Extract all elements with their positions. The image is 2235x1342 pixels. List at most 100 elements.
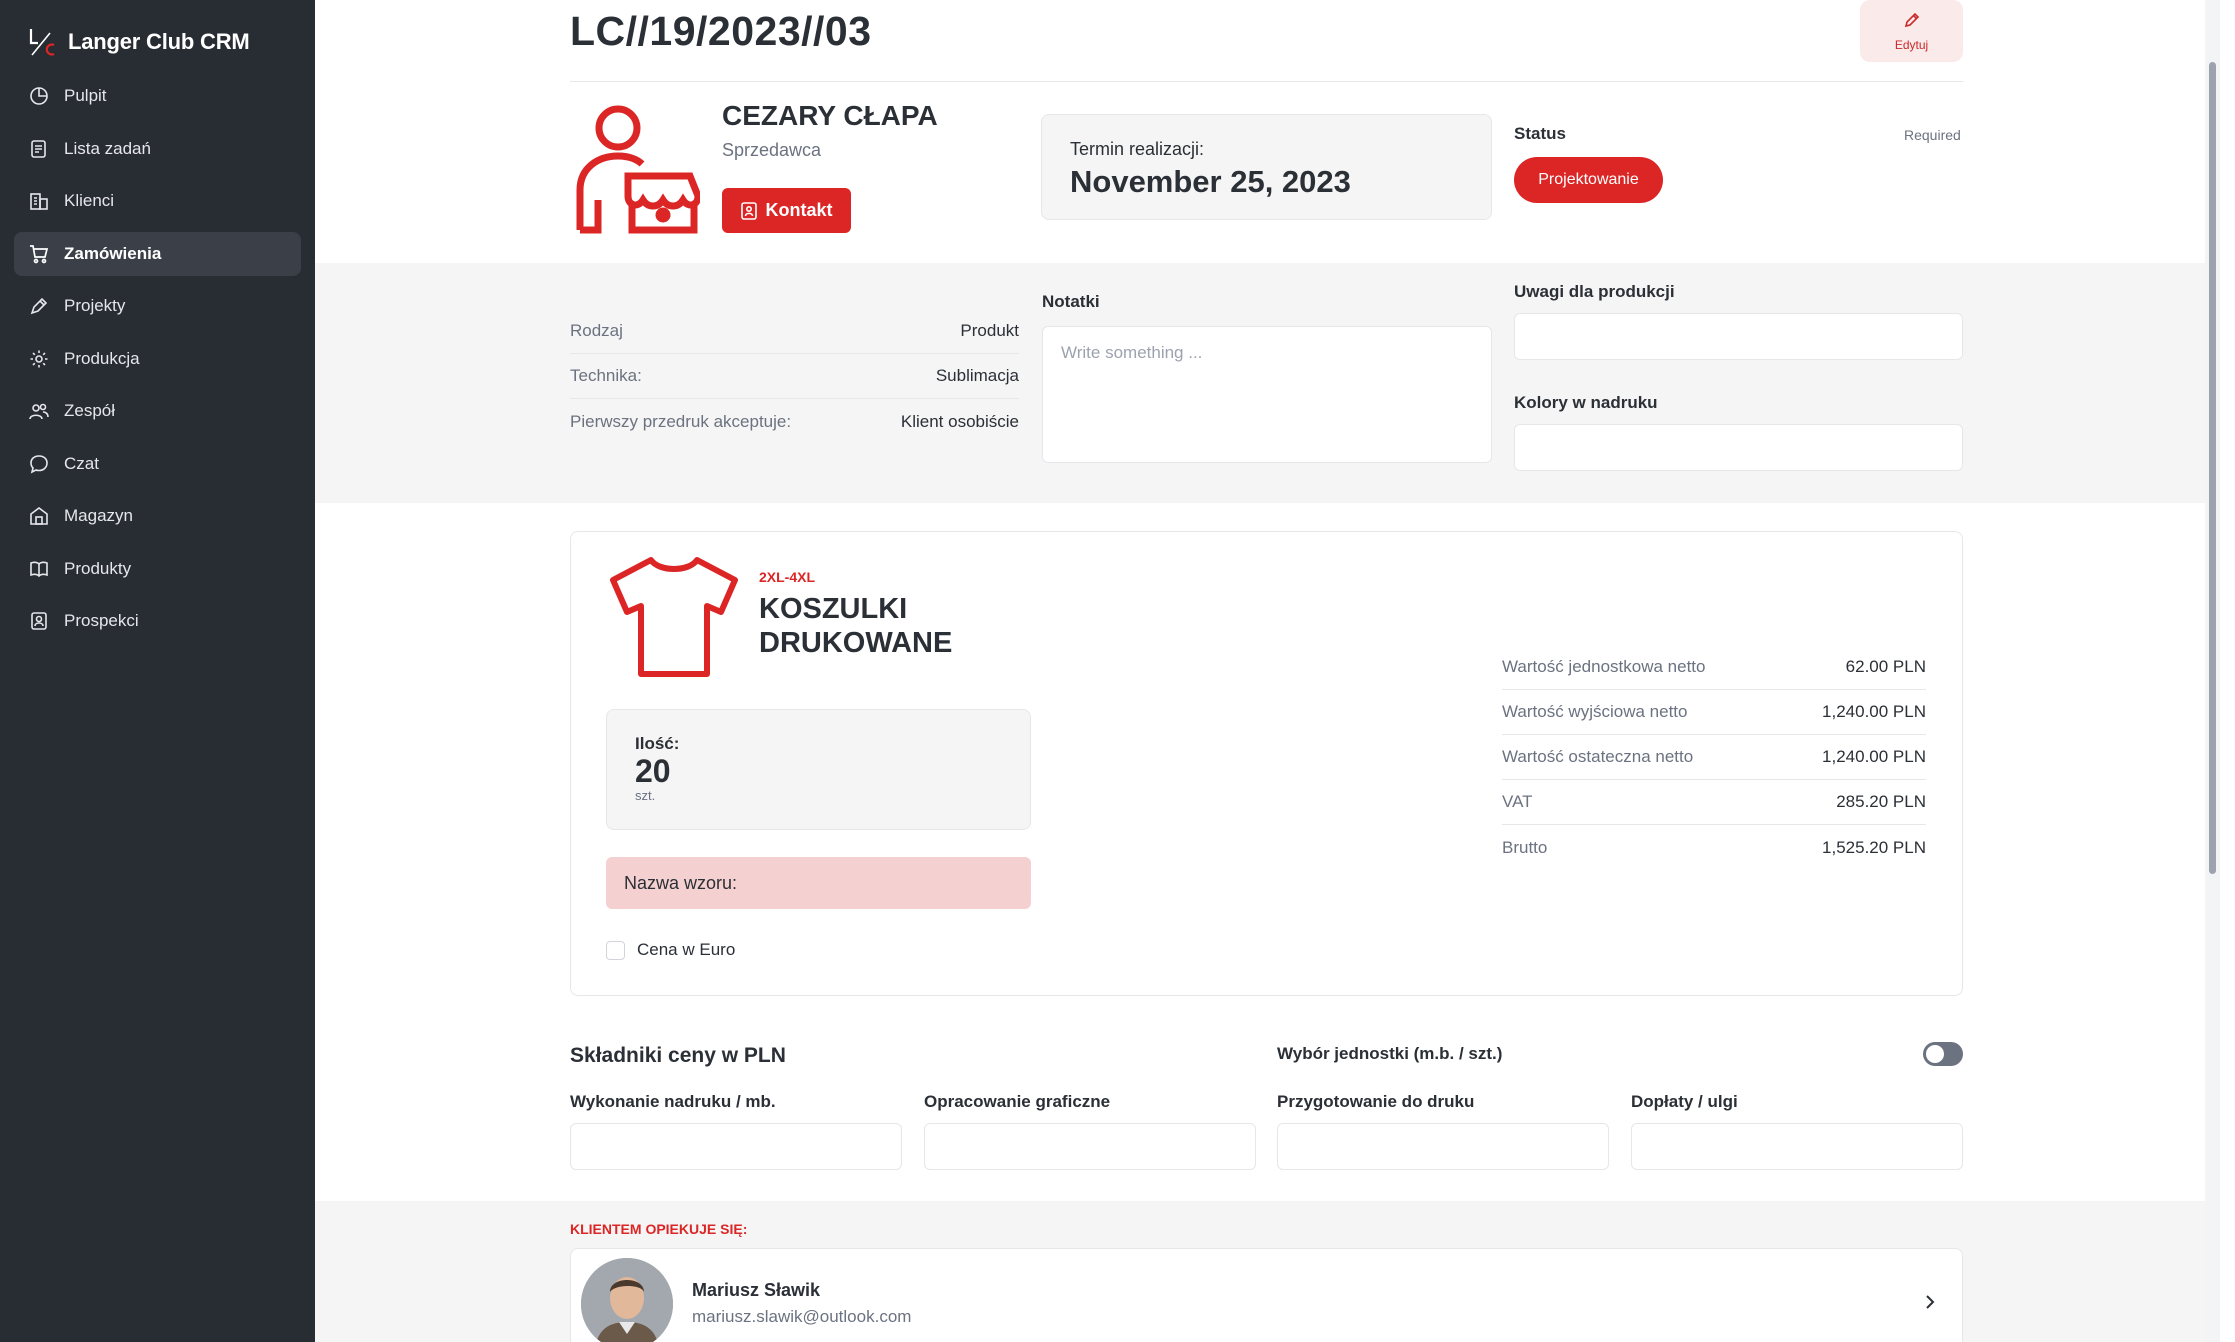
price-key: Brutto <box>1502 837 1548 857</box>
caretaker-card[interactable]: Mariusz Sławik mariusz.slawik@outlook.co… <box>570 1248 1963 1342</box>
price-value: 1,240.00 PLN <box>1822 702 1926 721</box>
pen-icon <box>28 295 50 317</box>
pencil-icon <box>1903 11 1921 34</box>
gear-icon <box>28 348 50 370</box>
status-label: Status <box>1514 124 1566 143</box>
badge-icon <box>740 201 757 220</box>
sidebar-item-prospekci[interactable]: Prospekci <box>14 599 301 643</box>
sidebar-item-zespol[interactable]: Zespół <box>14 389 301 433</box>
print-prep-label: Przygotowanie do druku <box>1277 1092 1475 1111</box>
sidebar-item-lista-zadan[interactable]: Lista zadań <box>14 127 301 171</box>
production-notes-input[interactable] <box>1514 313 1963 360</box>
detail-key: Pierwszy przedruk akceptuje: <box>570 411 792 431</box>
product-sizes: 2XL-4XL <box>759 569 816 585</box>
brand-logo-icon <box>28 27 56 57</box>
price-value: 62.00 PLN <box>1845 657 1926 676</box>
surcharges-label: Dopłaty / ulgi <box>1631 1092 1738 1111</box>
euro-price-checkbox[interactable] <box>606 940 625 960</box>
caretaker-name: Mariusz Sławik <box>692 1280 821 1300</box>
caretaker-label: KLIENTEM OPIEKUJE SIĘ: <box>570 1221 748 1237</box>
graphic-design-input[interactable] <box>924 1123 1256 1170</box>
sidebar-item-label: Czat <box>64 453 99 473</box>
sidebar-item-label: Produkty <box>64 558 132 578</box>
sidebar-item-label: Lista zadań <box>64 138 151 158</box>
price-key: Wartość wyjściowa netto <box>1502 702 1688 721</box>
sidebar-item-label: Magazyn <box>64 506 133 525</box>
price-value: 1,525.20 PLN <box>1822 837 1926 857</box>
euro-price-label: Cena w Euro <box>637 940 736 959</box>
sidebar-item-zamowienia[interactable]: Zamówienia <box>14 231 301 276</box>
edit-button[interactable]: Edytuj <box>1860 0 1963 62</box>
brand-name: Langer Club CRM <box>68 29 250 54</box>
sidebar-item-czat[interactable]: Czat <box>14 442 301 486</box>
print-colors-input[interactable] <box>1514 424 1963 471</box>
sidebar-item-produkcja[interactable]: Produkcja <box>14 337 301 381</box>
cart-icon <box>28 243 50 265</box>
divider <box>570 81 1963 82</box>
deadline-value: November 25, 2023 <box>1070 164 1351 199</box>
surcharges-input[interactable] <box>1631 1123 1963 1170</box>
price-key: Wartość ostateczna netto <box>1502 747 1694 766</box>
pattern-name-label: Nazwa wzoru: <box>624 872 738 893</box>
chat-icon <box>28 453 50 475</box>
quantity-card: Ilość: 20 szt. <box>606 709 1031 830</box>
price-row: Wartość ostateczna netto 1,240.00 PLN <box>1502 735 1926 780</box>
scrollbar-thumb[interactable] <box>2209 62 2216 874</box>
sidebar-item-projekty[interactable]: Projekty <box>14 284 301 328</box>
notes-textarea[interactable] <box>1042 326 1492 463</box>
euro-price-checkbox-row[interactable]: Cena w Euro <box>606 940 735 960</box>
pattern-name-field[interactable]: Nazwa wzoru: <box>606 857 1031 909</box>
sidebar-item-label: Prospekci <box>64 611 139 630</box>
seller-role: Sprzedawca <box>722 140 822 160</box>
detail-key: Rodzaj <box>570 321 623 340</box>
print-execution-label: Wykonanie nadruku / mb. <box>570 1092 776 1111</box>
unit-choice-label: Wybór jednostki (m.b. / szt.) <box>1277 1044 1503 1063</box>
tshirt-icon <box>607 554 741 680</box>
sidebar-item-label: Zamówienia <box>64 243 162 263</box>
brand[interactable]: Langer Club CRM <box>28 26 250 58</box>
required-label: Required <box>1904 127 1961 143</box>
price-key: VAT <box>1502 792 1533 811</box>
sidebar-item-magazyn[interactable]: Magazyn <box>14 494 301 538</box>
product-card: 2XL-4XL KOSZULKI DRUKOWANE Ilość: 20 szt… <box>570 531 1963 996</box>
quantity-label: Ilość: <box>635 734 680 753</box>
edit-button-label: Edytuj <box>1894 37 1929 52</box>
sidebar-item-label: Pulpit <box>64 86 107 105</box>
detail-value: Klient osobiście <box>900 411 1019 431</box>
sidebar-item-produkty[interactable]: Produkty <box>14 547 301 591</box>
sidebar-item-label: Projekty <box>64 296 126 315</box>
avatar <box>581 1258 673 1342</box>
unit-choice-toggle[interactable] <box>1923 1042 1963 1066</box>
sidebar-item-klienci[interactable]: Klienci <box>14 179 301 223</box>
detail-value: Sublimacja <box>935 366 1019 385</box>
price-key: Wartość jednostkowa netto <box>1502 657 1706 676</box>
sidebar-item-label: Produkcja <box>64 348 140 368</box>
clients-icon <box>28 190 50 212</box>
contact-button-label: Kontakt <box>765 200 833 220</box>
contact-button[interactable]: Kontakt <box>722 188 851 233</box>
seller-name: CEZARY CŁAPA <box>722 100 938 131</box>
detail-value: Produkt <box>960 321 1019 340</box>
sidebar-item-label: Klienci <box>64 191 115 210</box>
print-prep-input[interactable] <box>1277 1123 1609 1170</box>
price-row: Wartość wyjściowa netto 1,240.00 PLN <box>1502 690 1926 735</box>
deadline-card: Termin realizacji: November 25, 2023 <box>1041 114 1492 220</box>
price-value: 1,240.00 PLN <box>1822 747 1926 766</box>
caretaker-email: mariusz.slawik@outlook.com <box>692 1307 912 1326</box>
detail-row: Pierwszy przedruk akceptuje: Klient osob… <box>570 399 1019 444</box>
print-colors-label: Kolory w nadruku <box>1514 393 1658 412</box>
deadline-label: Termin realizacji: <box>1070 139 1205 159</box>
team-icon <box>28 400 50 422</box>
price-row: Brutto 1,525.20 PLN <box>1502 825 1926 870</box>
chevron-right-icon[interactable] <box>1924 1293 1936 1316</box>
badge-icon <box>28 610 50 632</box>
status-select[interactable]: Projektowanie <box>1514 157 1663 203</box>
print-execution-input[interactable] <box>570 1123 902 1170</box>
graphic-design-label: Opracowanie graficzne <box>924 1092 1111 1111</box>
scrollbar[interactable] <box>2205 0 2220 1342</box>
main-content: LC//19/2023//03 Edytuj CEZARY CŁAPA Sprz… <box>315 0 2220 1342</box>
sidebar-item-pulpit[interactable]: Pulpit <box>14 74 301 118</box>
book-icon <box>28 558 50 580</box>
price-row: VAT 285.20 PLN <box>1502 780 1926 825</box>
production-notes-label: Uwagi dla produkcji <box>1514 282 1675 301</box>
